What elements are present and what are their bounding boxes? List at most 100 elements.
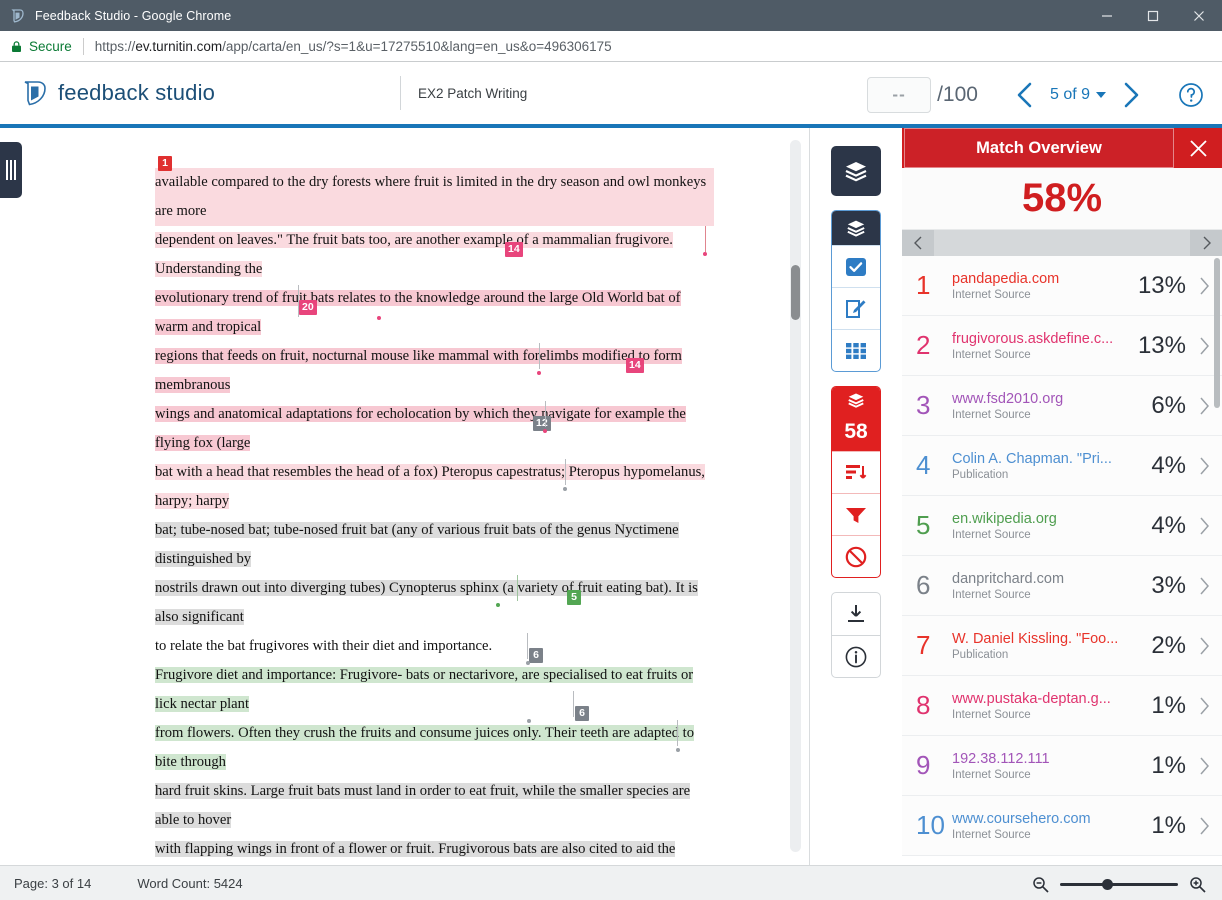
match-row[interactable]: 8 www.pustaka-deptan.g... Internet Source 1… — [902, 676, 1222, 736]
maximize-button[interactable] — [1130, 0, 1176, 31]
match-row[interactable]: 3 www.fsd2010.org Internet Source 6% — [902, 376, 1222, 436]
close-icon[interactable] — [1174, 128, 1222, 168]
zoom-out-icon[interactable] — [1032, 876, 1049, 893]
doc-line: dependent on leaves." The fruit bats too… — [155, 232, 673, 277]
match-source-type: Internet Source — [952, 768, 1031, 781]
match-source-link[interactable]: Colin A. Chapman. "Pri... — [952, 451, 1124, 467]
panel-scrollbar-thumb[interactable] — [1214, 258, 1220, 408]
paper-selector-label: 5 of 9 — [1049, 86, 1090, 103]
panel-title[interactable]: Match Overview — [904, 128, 1174, 168]
help-circle-icon[interactable] — [1178, 82, 1204, 108]
match-connector — [677, 720, 678, 746]
browser-address-bar[interactable]: Secure https://ev.turnitin.com/app/carta… — [0, 31, 1222, 62]
url-path: /app/carta/en_us/?s=1&u=17275510&lang=en… — [222, 38, 612, 54]
sidebar-drag-handle[interactable] — [0, 142, 22, 198]
quickmarks-button[interactable] — [832, 245, 880, 287]
match-row[interactable]: 10 www.coursehero.com Internet Source 1% — [902, 796, 1222, 856]
match-percentage: 1% — [1151, 691, 1186, 719]
similarity-layers[interactable] — [832, 387, 880, 413]
match-source-link[interactable]: danpritchard.com — [952, 571, 1124, 587]
chevron-right-icon[interactable] — [1186, 637, 1222, 655]
match-list[interactable]: 1 pandapedia.com Internet Source 13% 2 frugiv… — [902, 256, 1222, 865]
paper-selector[interactable]: 5 of 9 — [1050, 86, 1106, 104]
panel-next-button[interactable] — [1190, 230, 1222, 256]
zoom-in-icon[interactable] — [1189, 876, 1206, 893]
match-badge[interactable]: 6 — [529, 648, 543, 663]
address-url[interactable]: https://ev.turnitin.com/app/carta/en_us/… — [95, 39, 612, 54]
doc-line: from flowers. Often they crush the fruit… — [155, 725, 694, 770]
match-percentage: 1% — [1151, 751, 1186, 779]
match-anchor-dot — [543, 429, 547, 433]
similarity-score[interactable]: 58 — [832, 413, 880, 451]
match-source-link[interactable]: www.fsd2010.org — [952, 391, 1124, 407]
match-rank: 8 — [916, 690, 931, 720]
zoom-slider-handle[interactable] — [1102, 879, 1113, 890]
document-pane[interactable]: available compared to the dry forests wh… — [0, 128, 810, 865]
all-sources-button[interactable] — [832, 451, 880, 493]
match-row[interactable]: 2 frugivorous.askdefine.c... Internet Sour… — [902, 316, 1222, 376]
match-badge[interactable]: 6 — [575, 706, 589, 721]
chevron-right-icon[interactable] — [1186, 697, 1222, 715]
feedback-summary-button[interactable] — [832, 287, 880, 329]
zoom-slider[interactable] — [1060, 879, 1178, 890]
match-badge[interactable]: 1 — [158, 156, 172, 171]
chevron-right-icon[interactable] — [1186, 757, 1222, 775]
match-connector — [565, 459, 566, 485]
chevron-down-icon — [1096, 92, 1106, 98]
match-source-link[interactable]: www.pustaka-deptan.g... — [952, 691, 1124, 707]
header-divider — [400, 76, 401, 110]
grading-layers[interactable] — [832, 211, 880, 245]
match-row[interactable]: 4 Colin A. Chapman. "Pri... Publication 4% — [902, 436, 1222, 496]
match-anchor-dot — [703, 252, 707, 256]
filters-button[interactable] — [832, 493, 880, 535]
grade-field[interactable]: -- — [867, 77, 932, 113]
chevron-right-icon[interactable] — [1186, 577, 1222, 595]
match-connector — [527, 633, 528, 659]
match-row[interactable]: 7 W. Daniel Kissling. "Foo... Publication 2… — [902, 616, 1222, 676]
chevron-right-icon[interactable] — [1186, 457, 1222, 475]
panel-prev-button[interactable] — [902, 230, 934, 256]
match-connector — [573, 691, 574, 717]
match-row[interactable]: 1 pandapedia.com Internet Source 13% — [902, 256, 1222, 316]
excluded-sources-button[interactable] — [832, 535, 880, 577]
submission-info-button[interactable] — [832, 635, 880, 677]
match-connector — [517, 575, 518, 601]
previous-paper-button[interactable] — [1000, 80, 1050, 110]
brand[interactable]: feedback studio — [0, 79, 400, 107]
match-source-link[interactable]: en.wikipedia.org — [952, 511, 1124, 527]
feedback-studio-logo — [22, 79, 48, 107]
document-scrollbar-thumb[interactable] — [791, 265, 800, 320]
doc-line: hard fruit skins. Large fruit bats must … — [155, 783, 691, 828]
match-layers-active[interactable] — [831, 146, 881, 196]
match-source-link[interactable]: W. Daniel Kissling. "Foo... — [952, 631, 1124, 647]
match-connector — [705, 226, 706, 252]
document-scrollbar[interactable] — [790, 140, 801, 852]
match-anchor-dot — [377, 316, 381, 320]
match-percentage: 4% — [1151, 511, 1186, 539]
match-source-link[interactable]: frugivorous.askdefine.c... — [952, 331, 1124, 347]
match-badge[interactable]: 14 — [505, 242, 523, 257]
match-source-link[interactable]: 192.38.112.111 — [952, 751, 1124, 767]
match-row[interactable]: 6 danpritchard.com Internet Source 3% — [902, 556, 1222, 616]
match-badge[interactable]: 5 — [567, 590, 581, 605]
match-badge[interactable]: 12 — [533, 416, 551, 431]
rubric-button[interactable] — [832, 329, 880, 371]
tool-rail: 58 — [810, 128, 902, 865]
match-source-link[interactable]: www.coursehero.com — [952, 811, 1124, 827]
match-badge[interactable]: 14 — [626, 358, 644, 373]
match-percentage: 2% — [1151, 631, 1186, 659]
match-badge[interactable]: 20 — [299, 300, 317, 315]
minimize-button[interactable] — [1084, 0, 1130, 31]
match-rank: 2 — [916, 330, 931, 360]
address-divider — [82, 37, 84, 55]
match-source-block: W. Daniel Kissling. "Foo... Publication — [952, 631, 1128, 661]
close-button[interactable] — [1176, 0, 1222, 31]
chevron-right-icon[interactable] — [1186, 817, 1222, 835]
match-source-link[interactable]: pandapedia.com — [952, 271, 1124, 287]
match-row[interactable]: 9 192.38.112.111 Internet Source 1% — [902, 736, 1222, 796]
download-button[interactable] — [832, 593, 880, 635]
match-source-block: pandapedia.com Internet Source — [952, 271, 1128, 301]
next-paper-button[interactable] — [1106, 80, 1156, 110]
chevron-right-icon[interactable] — [1186, 517, 1222, 535]
match-row[interactable]: 5 en.wikipedia.org Internet Source 4% — [902, 496, 1222, 556]
